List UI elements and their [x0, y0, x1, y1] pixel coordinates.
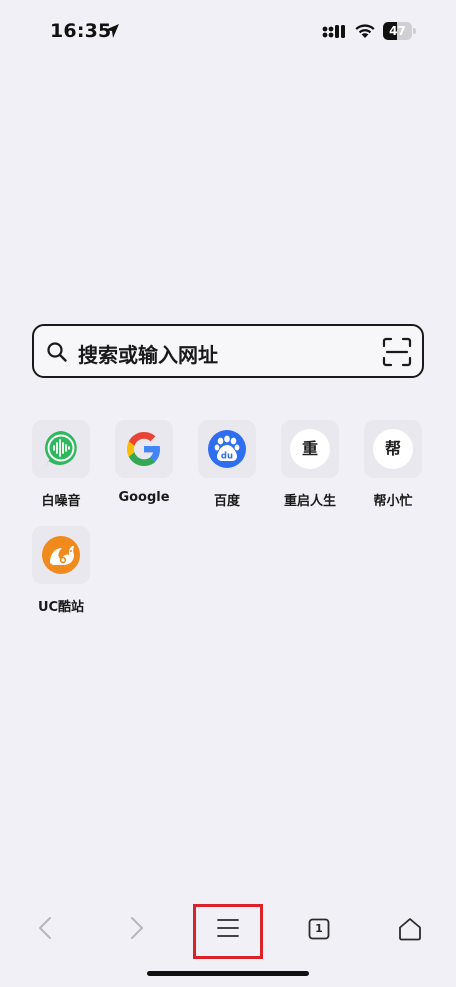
scan-qr-icon[interactable]	[382, 337, 412, 367]
shortcut-baidu[interactable]: du 百度	[187, 420, 267, 520]
tab-count: 1	[315, 922, 323, 935]
white-noise-app-icon	[44, 431, 77, 467]
restart-life-char-icon: 重	[290, 429, 330, 469]
shortcut-label: 白噪音	[41, 494, 81, 509]
status-bar: 16:35 47	[0, 0, 456, 62]
search-icon	[47, 342, 67, 362]
back-button[interactable]	[20, 896, 70, 961]
shortcut-uc-sites[interactable]: UC酷站	[21, 526, 101, 626]
shortcut-label: 帮小忙	[373, 494, 413, 509]
location-arrow-icon	[105, 24, 119, 38]
home-button[interactable]	[385, 896, 435, 961]
forward-icon	[131, 917, 143, 939]
uc-squirrel-icon	[42, 536, 80, 574]
status-time: 16:35	[50, 20, 112, 42]
baidu-paw-icon: du	[208, 430, 246, 468]
search-input[interactable]: 搜索或输入网址	[78, 339, 218, 368]
back-icon	[39, 917, 51, 939]
shortcut-label: 重启人生	[283, 494, 336, 509]
shortcut-google[interactable]: Google	[104, 420, 184, 520]
home-icon	[399, 918, 421, 941]
wifi-icon	[355, 24, 375, 38]
shortcut-label: 百度	[213, 494, 240, 509]
battery-indicator: 47	[383, 22, 416, 40]
battery-level-text: 47	[389, 24, 406, 38]
forward-button[interactable]	[112, 896, 162, 961]
svg-text:du: du	[221, 452, 233, 462]
help-char-icon: 帮	[373, 429, 413, 469]
shortcut-label: UC酷站	[37, 600, 85, 615]
shortcut-white-noise[interactable]: 白噪音	[21, 420, 101, 520]
shortcut-label: Google	[118, 490, 170, 505]
tabs-button[interactable]: 1	[295, 896, 345, 961]
menu-highlight-box	[193, 904, 263, 959]
home-indicator[interactable]	[147, 971, 309, 976]
cellular-signal-icon	[322, 25, 345, 38]
shortcut-restart-life[interactable]: 重 重启人生	[270, 420, 350, 520]
google-logo-icon	[127, 432, 160, 466]
search-bar[interactable]: 搜索或输入网址	[32, 324, 424, 378]
shortcut-help[interactable]: 帮 帮小忙	[353, 420, 433, 520]
